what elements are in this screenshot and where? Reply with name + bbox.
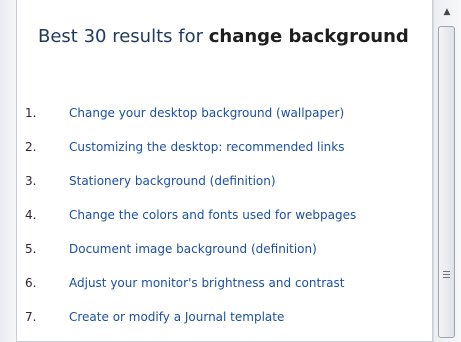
result-number: 5. — [25, 242, 37, 256]
results-list: 1. Change your desktop background (wallp… — [17, 96, 427, 334]
scroll-up-arrow-icon[interactable]: ▲ — [440, 6, 454, 18]
search-results-panel: Best 30 results for change background 1.… — [16, 0, 433, 342]
help-window: Best 30 results for change background 1.… — [0, 0, 461, 342]
grip-lines-icon — [443, 271, 450, 279]
result-number: 7. — [25, 310, 37, 324]
result-link[interactable]: Document image background (definition) — [69, 232, 317, 266]
result-number: 3. — [25, 174, 37, 188]
result-link[interactable]: Customizing the desktop: recommended lin… — [69, 130, 344, 164]
result-link[interactable]: Change the colors and fonts used for web… — [69, 198, 356, 232]
search-query: change background — [208, 26, 409, 47]
result-link[interactable]: Stationery background (definition) — [69, 164, 276, 198]
result-number: 6. — [25, 276, 37, 290]
result-number: 1. — [25, 106, 37, 120]
result-number: 4. — [25, 208, 37, 222]
result-item: 6. Adjust your monitor's brightness and … — [17, 266, 427, 300]
result-item: 1. Change your desktop background (wallp… — [17, 96, 427, 130]
result-link[interactable]: Create or modify a Journal template — [69, 300, 284, 334]
result-item: 5. Document image background (definition… — [17, 232, 427, 266]
vertical-scrollbar[interactable]: ▲ — [433, 0, 461, 342]
results-heading-prefix: Best 30 results for — [38, 26, 209, 47]
result-item: 3. Stationery background (definition) — [17, 164, 427, 198]
result-item: 2. Customizing the desktop: recommended … — [17, 130, 427, 164]
result-link[interactable]: Change your desktop background (wallpape… — [69, 96, 344, 130]
results-heading: Best 30 results for change background — [38, 26, 409, 48]
result-item: 4. Change the colors and fonts used for … — [17, 198, 427, 232]
window-left-edge — [0, 0, 16, 342]
result-number: 2. — [25, 140, 37, 154]
scrollbar-thumb[interactable] — [438, 26, 455, 338]
result-item: 7. Create or modify a Journal template — [17, 300, 427, 334]
result-link[interactable]: Adjust your monitor's brightness and con… — [69, 266, 344, 300]
